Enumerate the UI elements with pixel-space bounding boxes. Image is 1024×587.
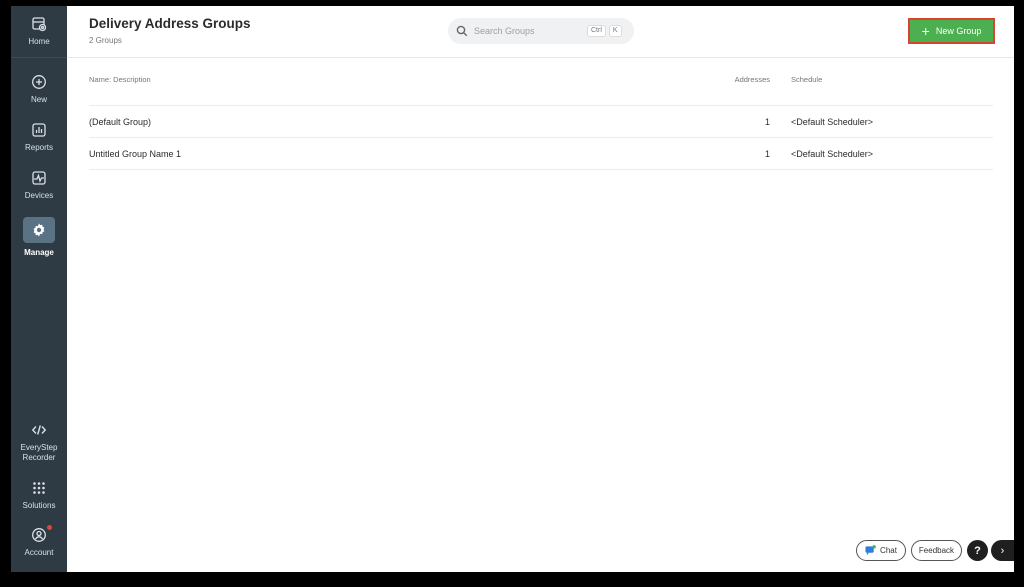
chart-icon xyxy=(32,123,46,137)
address-count: 1 xyxy=(764,117,770,127)
column-header-addresses[interactable]: Addresses xyxy=(735,75,770,84)
sidebar-item-account[interactable]: Account xyxy=(11,525,67,558)
sidebar: Home New Reports Devices Manage EverySte… xyxy=(11,6,67,572)
sidebar-item-label: Devices xyxy=(24,191,54,200)
table-row[interactable]: (Default Group) 1 <Default Scheduler> xyxy=(89,105,993,137)
search-icon xyxy=(456,25,468,37)
sidebar-divider xyxy=(11,57,67,58)
main-content: Delivery Address Groups 2 Groups Ctrl K … xyxy=(67,6,1014,572)
gear-icon xyxy=(33,223,45,237)
sidebar-item-home[interactable]: Home xyxy=(11,16,67,47)
sidebar-item-label: Reports xyxy=(24,143,53,152)
search-bar[interactable]: Ctrl K xyxy=(448,18,634,44)
group-name: (Default Group) xyxy=(89,117,152,127)
help-button[interactable]: ? xyxy=(967,540,988,561)
schedule-value: <Default Scheduler> xyxy=(791,149,874,159)
sidebar-item-everystep-recorder[interactable]: EveryStep Recorder xyxy=(11,422,67,463)
schedule-value: <Default Scheduler> xyxy=(791,117,874,127)
chat-icon xyxy=(865,545,876,556)
page-header: Delivery Address Groups 2 Groups Ctrl K … xyxy=(67,6,1014,58)
plus-icon: + xyxy=(921,23,930,39)
page-title: Delivery Address Groups xyxy=(89,16,251,31)
sidebar-item-label: New xyxy=(30,95,47,104)
sidebar-item-manage[interactable]: Manage xyxy=(11,217,67,258)
active-indicator xyxy=(23,217,55,243)
new-group-button[interactable]: + New Group xyxy=(908,18,995,44)
chat-button[interactable]: Chat xyxy=(856,540,906,561)
sidebar-item-new[interactable]: New xyxy=(11,74,67,105)
feedback-button[interactable]: Feedback xyxy=(911,540,962,561)
account-icon xyxy=(32,528,46,542)
address-count: 1 xyxy=(764,149,770,159)
code-icon xyxy=(31,425,47,435)
home-icon xyxy=(32,17,47,32)
chat-label: Chat xyxy=(880,546,897,555)
plus-circle-icon xyxy=(32,75,46,89)
sidebar-item-solutions[interactable]: Solutions xyxy=(11,480,67,511)
sidebar-item-label: Account xyxy=(24,548,54,557)
table-row[interactable]: Untitled Group Name 1 1 <Default Schedul… xyxy=(89,137,993,169)
devices-icon xyxy=(32,171,46,185)
sidebar-item-label: Manage xyxy=(24,248,54,257)
sidebar-item-label: Home xyxy=(28,37,50,46)
group-count: 2 Groups xyxy=(89,36,122,45)
shortcut-ctrl: Ctrl xyxy=(587,25,606,37)
notification-dot xyxy=(47,525,52,530)
column-header-schedule[interactable]: Schedule xyxy=(791,75,822,84)
new-group-label: New Group xyxy=(935,26,982,36)
group-name: Untitled Group Name 1 xyxy=(89,149,182,159)
app-window: Home New Reports Devices Manage EverySte… xyxy=(11,6,1014,572)
search-input[interactable] xyxy=(474,26,584,36)
column-header-name[interactable]: Name: Description xyxy=(89,75,151,84)
sidebar-item-reports[interactable]: Reports xyxy=(11,122,67,153)
shortcut-k: K xyxy=(608,25,622,37)
sidebar-item-devices[interactable]: Devices xyxy=(11,170,67,201)
grid-icon xyxy=(33,482,45,494)
sidebar-item-label: Solutions xyxy=(22,501,56,510)
table-divider xyxy=(89,169,993,170)
chevron-right-icon[interactable]: › xyxy=(991,540,1014,561)
sidebar-item-label: EveryStep Recorder xyxy=(20,443,58,462)
